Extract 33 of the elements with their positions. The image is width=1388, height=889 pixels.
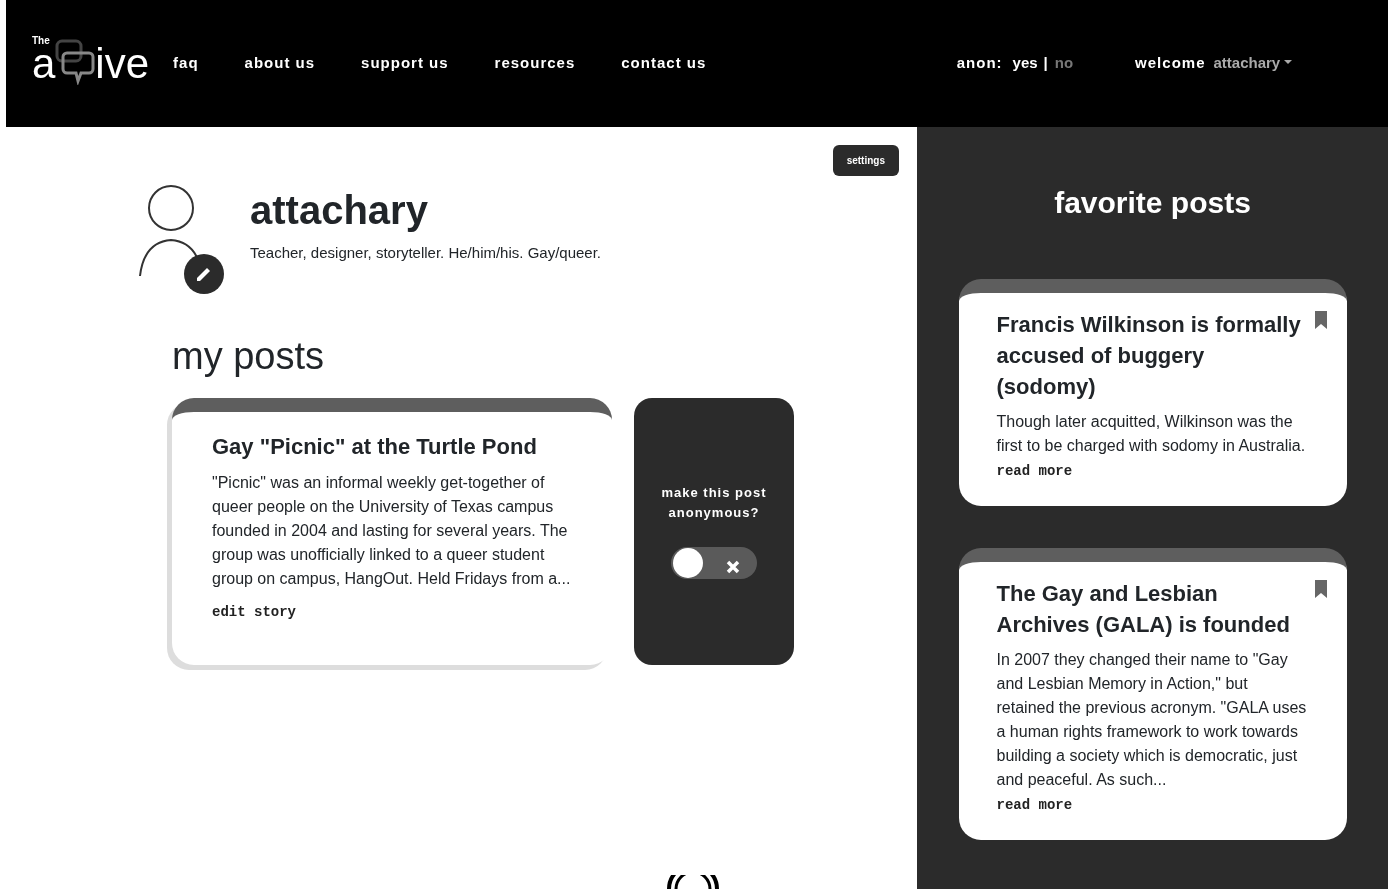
pencil-icon [195, 265, 213, 283]
nav-link[interactable]: support us [361, 52, 449, 75]
nav-link[interactable]: about us [244, 52, 316, 75]
settings-button[interactable]: settings [832, 145, 899, 176]
post-title: The Gay and Lesbian Archives (GALA) is founded [996, 580, 1291, 639]
post-excerpt: Though later acquitted, Wilkinson was the first to be charged with sodomy in Australia. [996, 412, 1307, 456]
post-title: Gay "Picnic" at the Turtle Pond [212, 432, 538, 461]
close-icon [725, 558, 741, 575]
user-menu[interactable]: attachary [1213, 52, 1292, 75]
anonymity-prompt: make this post anonymous? [660, 484, 768, 523]
welcome-label: welcome [1135, 53, 1206, 74]
profile-bio: Teacher, designer, storyteller. He/him/his. Gay/queer. [250, 243, 601, 263]
profile-name: attachary [250, 187, 429, 234]
post-excerpt: "Picnic" was an informal weekly get-together of queer people on the University of Texas campus founded in 2004 and lasting for several years. The group was unofficially linked to a queer student group on campus, HangOut. Held Fridays from a... [212, 472, 572, 589]
logo-text: The [32, 33, 50, 48]
read-more-link[interactable]: read more [996, 797, 1073, 813]
separator: | [1043, 53, 1049, 74]
anon-label: anon: [956, 53, 1003, 74]
edit-avatar-button[interactable] [184, 254, 224, 294]
anonymous-toggle[interactable] [671, 547, 757, 580]
section-heading: favorite posts [1054, 185, 1251, 221]
edit-story-link[interactable]: edit story [212, 603, 296, 620]
read-more-link[interactable]: read more [996, 463, 1073, 479]
anon-option[interactable]: yes [1010, 52, 1040, 75]
nav-link[interactable]: resources [494, 52, 576, 75]
post-title: Francis Wilkinson is formally accused of buggery (sodomy) [996, 311, 1302, 401]
nav-link[interactable]: faq [173, 52, 199, 75]
speech-bubbles-icon [55, 38, 96, 85]
section-heading: my posts [172, 334, 326, 379]
post-excerpt: In 2007 they changed their name to "Gay and Lesbian Memory in Action," but retained the previous acronym. "GALA uses a human rights framework to work towards building a society which is democratic, just and peaceful. As such... [996, 650, 1307, 790]
nav-link[interactable]: contact us [621, 52, 707, 75]
logo-text: ive [95, 42, 150, 85]
anon-option[interactable]: no [1052, 52, 1076, 75]
